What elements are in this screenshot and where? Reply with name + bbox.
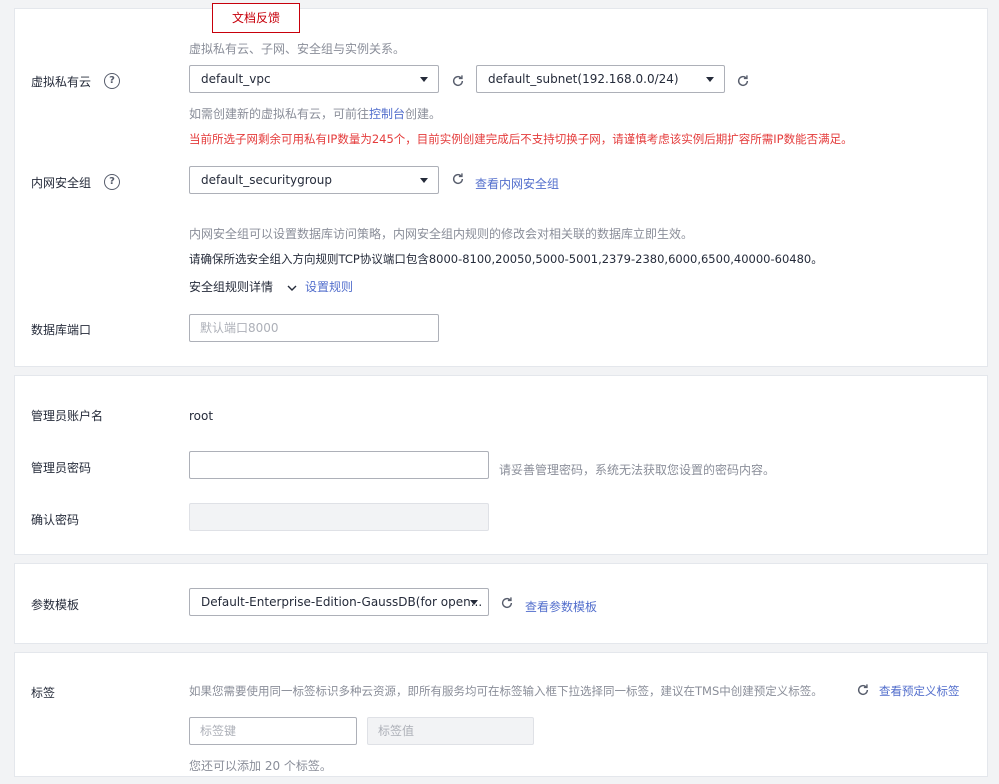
console-link[interactable]: 控制台 bbox=[369, 107, 405, 121]
caret-down-icon bbox=[706, 77, 714, 82]
subnet-select-value: default_subnet(192.168.0.0/24) bbox=[488, 72, 679, 86]
security-group-select-value: default_securitygroup bbox=[201, 173, 332, 187]
view-security-group-link[interactable]: 查看内网安全组 bbox=[475, 175, 559, 192]
tags-desc: 如果您需要使用同一标签标识多种云资源，即所有服务均可在标签输入框下拉选择同一标签… bbox=[189, 684, 823, 698]
tag-value-input[interactable] bbox=[367, 717, 534, 745]
security-group-desc: 内网安全组可以设置数据库访问策略，内网安全组内规则的修改会对相关联的数据库立即生… bbox=[189, 227, 694, 241]
vpc-hint-suffix: 创建。 bbox=[405, 107, 442, 121]
param-template-select[interactable]: Default-Enterprise-Edition-GaussDB(for o… bbox=[189, 588, 489, 616]
vpc-hint: 如需创建新的虚拟私有云，可前往控制台创建。 bbox=[189, 105, 441, 122]
caret-down-icon bbox=[470, 600, 478, 605]
refresh-icon[interactable] bbox=[856, 683, 870, 697]
caret-down-icon bbox=[420, 178, 428, 183]
vpc-help-icon[interactable]: ? bbox=[104, 73, 120, 89]
tags-remaining: 您还可以添加 20 个标签。 bbox=[189, 759, 332, 773]
vpc-label: 虚拟私有云 bbox=[31, 75, 92, 89]
admin-password-hint: 请妥善管理密码，系统无法获取您设置的密码内容。 bbox=[499, 463, 776, 477]
refresh-icon[interactable] bbox=[500, 596, 514, 610]
vpc-hint-prefix: 如需创建新的虚拟私有云，可前往 bbox=[189, 107, 370, 121]
param-template-select-value: Default-Enterprise-Edition-GaussDB(for o… bbox=[201, 595, 483, 609]
security-rules-detail-toggle[interactable]: 安全组规则详情 bbox=[189, 278, 297, 295]
db-port-input[interactable] bbox=[189, 314, 439, 342]
network-intro-text: 虚拟私有云、子网、安全组与实例关系。 bbox=[189, 42, 406, 56]
security-group-help-icon[interactable]: ? bbox=[104, 174, 120, 190]
admin-account-value: root bbox=[189, 409, 214, 423]
doc-feedback-button[interactable]: 文档反馈 bbox=[212, 3, 300, 33]
security-rules-detail-label: 安全组规则详情 bbox=[189, 280, 274, 294]
refresh-icon[interactable] bbox=[451, 172, 465, 186]
admin-password-input[interactable] bbox=[189, 451, 489, 479]
vpc-select[interactable]: default_vpc bbox=[189, 65, 439, 93]
set-rules-link[interactable]: 设置规则 bbox=[305, 278, 353, 295]
chevron-down-icon bbox=[287, 285, 297, 291]
vpc-select-value: default_vpc bbox=[201, 72, 271, 86]
view-param-template-link[interactable]: 查看参数模板 bbox=[525, 598, 597, 615]
param-template-label: 参数模板 bbox=[31, 598, 80, 612]
security-group-label: 内网安全组 bbox=[31, 176, 92, 190]
security-group-ports-note: 请确保所选安全组入方向规则TCP协议端口包含8000-8100,20050,50… bbox=[189, 252, 823, 266]
tags-section bbox=[14, 652, 988, 777]
security-group-select[interactable]: default_securitygroup bbox=[189, 166, 439, 194]
refresh-icon[interactable] bbox=[736, 74, 750, 88]
subnet-select[interactable]: default_subnet(192.168.0.0/24) bbox=[476, 65, 725, 93]
caret-down-icon bbox=[420, 77, 428, 82]
subnet-ip-warning: 当前所选子网剩余可用私有IP数量为245个，目前实例创建完成后不支持切换子网，请… bbox=[189, 132, 853, 146]
confirm-password-input[interactable] bbox=[189, 503, 489, 531]
view-predefined-tags-link[interactable]: 查看预定义标签 bbox=[879, 683, 960, 699]
admin-password-label: 管理员密码 bbox=[31, 461, 92, 475]
tag-key-input[interactable] bbox=[189, 717, 357, 745]
tags-label: 标签 bbox=[31, 686, 56, 700]
db-port-label: 数据库端口 bbox=[31, 323, 92, 337]
admin-account-label: 管理员账户名 bbox=[31, 409, 104, 423]
confirm-password-label: 确认密码 bbox=[31, 513, 80, 527]
refresh-icon[interactable] bbox=[451, 74, 465, 88]
